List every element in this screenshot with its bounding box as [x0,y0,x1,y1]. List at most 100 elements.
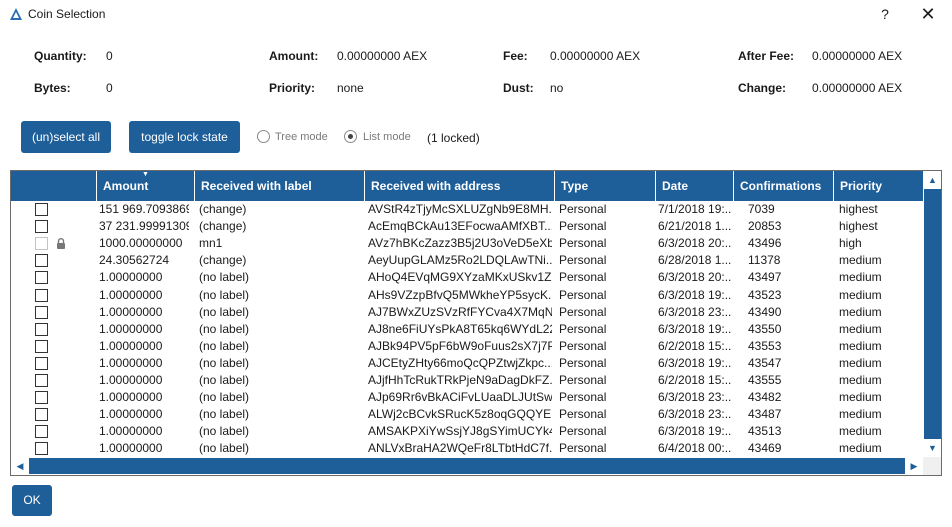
list-mode-radio[interactable] [344,130,357,143]
cell-confirmations: 43523 [748,288,782,302]
cell-address: AcEmqBCkAu13EFocwaAMfXBT... [368,219,552,233]
cell-confirmations: 20853 [748,219,782,233]
row-checkbox[interactable] [35,391,48,404]
table-row[interactable]: 1.00000000 (no label) AJCEtyZHty66moQcQPZt… [11,355,923,372]
cell-label: (no label) [199,390,250,404]
tree-mode-radio[interactable] [257,130,270,143]
cell-date: 6/3/2018 19:... [658,322,732,336]
cell-confirmations: 43550 [748,322,782,336]
row-checkbox [35,237,48,250]
column-header-select[interactable] [11,171,97,201]
row-checkbox[interactable] [35,271,48,284]
cell-amount: 1.00000000 [99,424,163,438]
column-header-date[interactable]: Date [656,171,734,201]
row-checkbox[interactable] [35,425,48,438]
table-row[interactable]: 1000.00000000 mn1 AVz7hBKcZazz3B5j2U3oVeD5… [11,235,923,252]
bytes-label: Bytes: [34,81,71,95]
row-checkbox[interactable] [35,323,48,336]
column-header-priority[interactable]: Priority [834,171,923,201]
table-body: 151 969.70938696 (change) AVStR4zTjyMcSXLU… [11,201,923,457]
cell-amount: 1.00000000 [99,390,163,404]
table-row[interactable]: 1.00000000 (no label) AJ8ne6FiUYsPkA8T65kq… [11,321,923,338]
row-checkbox[interactable] [35,357,48,370]
cell-label: (no label) [199,322,250,336]
row-checkbox[interactable] [35,374,48,387]
scroll-left-icon[interactable]: ◀ [11,457,29,475]
priority-value: none [337,81,364,95]
column-header-label[interactable]: Received with label [195,171,365,201]
cell-amount: 1.00000000 [99,322,163,336]
row-checkbox[interactable] [35,220,48,233]
cell-label: (change) [199,219,247,233]
vertical-scrollbar[interactable]: ▲ ▼ [923,171,941,457]
scroll-down-icon[interactable]: ▼ [923,439,941,457]
cell-amount: 1.00000000 [99,305,163,319]
table-row[interactable]: 1.00000000 (no label) AJBk94PV5pF6bW9oFuus… [11,338,923,355]
row-checkbox[interactable] [35,203,48,216]
column-header-type[interactable]: Type [555,171,656,201]
cell-type: Personal [559,390,607,404]
row-checkbox[interactable] [35,340,48,353]
table-row[interactable]: 1.00000000 (no label) AMSAKPXiYwSsjYJ8gSYi… [11,423,923,440]
cell-address: ALWj2cBCvkSRucK5z8oqGQQYE... [368,407,552,421]
table-row[interactable]: 24.30562724 (change) AeyUupGLAMz5Ro2LDQLAw… [11,252,923,269]
table-row[interactable]: 1.00000000 (no label) ANLVxBraHA2WQeFr8LTb… [11,440,923,457]
window-title: Coin Selection [28,7,106,21]
row-checkbox[interactable] [35,306,48,319]
table-row[interactable]: 1.00000000 (no label) AHoQ4EVqMG9XYzaMKxUS… [11,269,923,286]
cell-address: AJ7BWxZUzSVzRfFYCva4X7MqN... [368,305,552,319]
cell-confirmations: 43482 [748,390,782,404]
cell-type: Personal [559,202,607,216]
cell-address: AJ8ne6FiUYsPkA8T65kq6WYdL22... [368,322,552,336]
table-row[interactable]: 1.00000000 (no label) AJ7BWxZUzSVzRfFYCva4… [11,304,923,321]
cell-date: 6/21/2018 1... [658,219,732,233]
tree-mode-label[interactable]: Tree mode [275,131,328,143]
scroll-right-icon[interactable]: ▶ [905,457,923,475]
column-header-amount[interactable]: ▼ Amount [97,171,195,201]
cell-priority: medium [839,305,882,319]
cell-type: Personal [559,407,607,421]
close-button[interactable]: ✕ [916,4,940,24]
dust-label: Dust: [503,81,534,95]
scroll-up-icon[interactable]: ▲ [923,171,941,189]
cell-address: AeyUupGLAMz5Ro2LDQLAwTNi... [368,253,552,267]
horizontal-scrollbar[interactable]: ◀ ▶ [11,457,923,475]
cell-type: Personal [559,253,607,267]
help-button[interactable]: ? [876,5,894,23]
cell-address: AJp69Rr6vBkACiFvLUaaDLJUtSw... [368,390,552,404]
row-checkbox[interactable] [35,408,48,421]
table-row[interactable]: 1.00000000 (no label) AJp69Rr6vBkACiFvLUaa… [11,389,923,406]
cell-type: Personal [559,288,607,302]
row-checkbox[interactable] [35,289,48,302]
cell-label: (no label) [199,288,250,302]
column-header-address[interactable]: Received with address [365,171,555,201]
table-row[interactable]: 1.00000000 (no label) AJjfHhTcRukTRkPjeN9a… [11,372,923,389]
row-checkbox[interactable] [35,442,48,455]
row-checkbox[interactable] [35,254,48,267]
cell-type: Personal [559,424,607,438]
lock-icon [57,238,65,249]
fee-label: Fee: [503,49,528,63]
cell-label: (no label) [199,424,250,438]
cell-type: Personal [559,270,607,284]
table-row[interactable]: 1.00000000 (no label) AHs9VZzpBfvQ5MWkheYP… [11,287,923,304]
vertical-scroll-thumb[interactable] [924,189,941,439]
after-fee-value: 0.00000000 AEX [812,49,903,63]
cell-confirmations: 43513 [748,424,782,438]
column-header-confirmations[interactable]: Confirmations [734,171,834,201]
unselect-all-button[interactable]: (un)select all [21,121,111,153]
list-mode-label[interactable]: List mode [363,131,411,143]
toggle-lock-state-button[interactable]: toggle lock state [129,121,240,153]
coin-table: ▼ Amount Received with label Received wi… [10,170,942,476]
cell-label: (change) [199,253,247,267]
cell-confirmations: 43469 [748,441,782,455]
ok-button[interactable]: OK [12,485,52,516]
cell-priority: medium [839,373,882,387]
table-row[interactable]: 1.00000000 (no label) ALWj2cBCvkSRucK5z8oq… [11,406,923,423]
cell-address: ANLVxBraHA2WQeFr8LTbtHdC7f... [368,441,552,455]
table-row[interactable]: 151 969.70938696 (change) AVStR4zTjyMcSXLU… [11,201,923,218]
table-row[interactable]: 37 231.99991309 (change) AcEmqBCkAu13EFocw… [11,218,923,235]
cell-label: (no label) [199,339,250,353]
cell-date: 6/3/2018 20:... [658,236,732,250]
horizontal-scroll-thumb[interactable] [29,458,905,474]
